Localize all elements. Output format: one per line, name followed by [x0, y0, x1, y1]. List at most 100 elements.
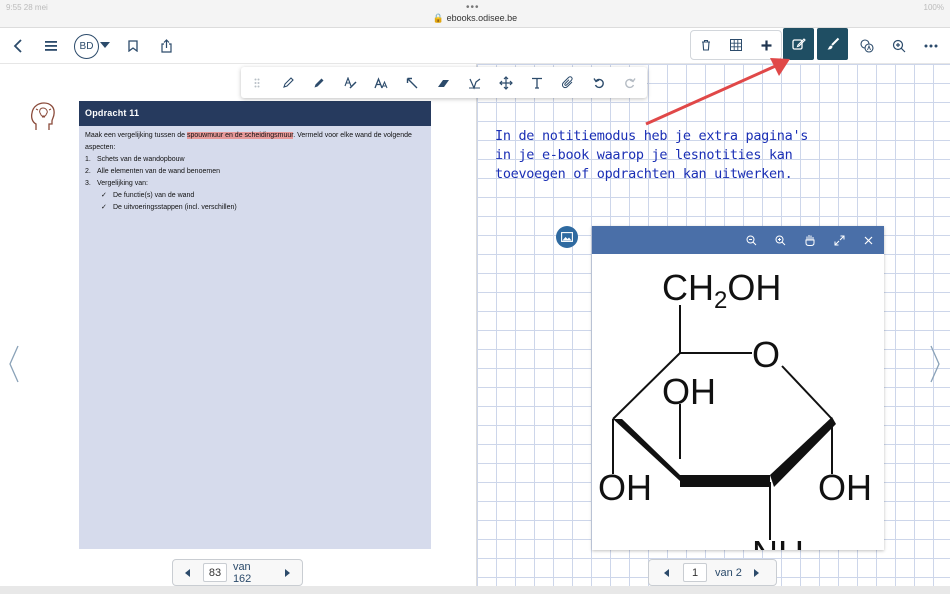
plus-icon	[761, 40, 771, 50]
next-page-button[interactable]	[272, 568, 302, 577]
browser-url[interactable]: 🔒 ebooks.odisee.be	[0, 13, 950, 24]
eraser-icon	[438, 79, 449, 87]
highlighter-icon	[344, 76, 357, 89]
lock-icon: 🔒	[432, 13, 445, 23]
back-button[interactable]	[8, 28, 28, 64]
zoom-button[interactable]	[889, 28, 909, 64]
zoom-out-icon	[746, 235, 756, 245]
prev-spread-button[interactable]	[9, 345, 19, 388]
zoom-out-button[interactable]	[741, 226, 761, 254]
next-spread-button[interactable]	[930, 345, 940, 388]
text-style-icon	[374, 76, 388, 88]
ring-oxygen-label: O	[752, 334, 780, 375]
prev-page-button[interactable]	[173, 568, 203, 577]
triangle-right-icon	[754, 568, 760, 577]
text-tool-button[interactable]	[526, 67, 548, 98]
undo-icon	[593, 77, 604, 88]
expand-button[interactable]	[829, 226, 849, 254]
zoom-in-icon	[892, 39, 906, 53]
selection-tool-button[interactable]	[464, 67, 486, 98]
page-number-input[interactable]: 83	[202, 563, 227, 582]
status-time: 9:55 28 mei	[6, 3, 48, 12]
handwritten-note[interactable]: In de notitiemodus heb je extra pagina's…	[495, 127, 825, 184]
check-icon: ✓	[101, 192, 107, 199]
list-item: 3. Vergelijking van:	[85, 180, 148, 187]
right-page-navigator: 1 van 2	[648, 559, 777, 586]
triangle-left-icon	[663, 568, 669, 577]
pan-button[interactable]	[800, 226, 820, 254]
assignment-title: Opdracht 11	[79, 101, 431, 126]
status-battery: 100%	[923, 3, 944, 12]
chevron-right-icon	[930, 345, 940, 383]
bookmark-icon	[128, 40, 138, 52]
annotation-toolbar	[241, 67, 647, 98]
eraser-tool-button[interactable]	[433, 67, 455, 98]
brush-icon	[827, 37, 839, 50]
url-text: ebooks.odisee.be	[446, 13, 518, 23]
oh-mid-label: OH	[662, 371, 716, 412]
ch2oh-label: CH2OH	[662, 267, 781, 314]
expand-icon	[834, 235, 844, 245]
move-tool-button[interactable]	[495, 67, 517, 98]
undo-button[interactable]	[588, 67, 610, 98]
oh-right-label: OH	[818, 467, 872, 508]
arrow-icon	[406, 77, 418, 88]
attachment-button[interactable]	[557, 67, 579, 98]
image-viewer-window[interactable]: CH2OH O OH OH OH NH	[592, 226, 884, 550]
marker-tool-button[interactable]	[308, 67, 330, 98]
hamburger-icon	[45, 41, 57, 51]
triangle-right-icon	[284, 568, 290, 577]
image-icon	[561, 232, 573, 242]
highlighter-tool-button[interactable]	[339, 67, 361, 98]
reflection-head-icon	[30, 102, 56, 137]
user-avatar[interactable]: BD	[74, 34, 99, 59]
text-style-button[interactable]	[370, 67, 392, 98]
glucosamine-structure: CH2OH O OH OH OH NH	[598, 267, 872, 550]
assignment-card: Opdracht 11 Maak een vergelijking tussen…	[79, 101, 431, 549]
note-page-input[interactable]: 1	[683, 563, 707, 582]
more-dots-icon	[924, 44, 938, 48]
lasso-icon	[469, 78, 481, 90]
red-pointer-arrow-icon	[645, 58, 790, 126]
drag-dots-icon	[254, 78, 260, 87]
image-badge[interactable]	[556, 226, 578, 248]
zoom-in-button[interactable]	[770, 226, 790, 254]
arrow-tool-button[interactable]	[401, 67, 423, 98]
list-item: 1. Schets van de wandopbouw	[85, 156, 185, 163]
hand-icon	[805, 235, 815, 246]
assignment-list: 1. Schets van de wandopbouw 2. Alle elemen…	[85, 154, 425, 190]
move-icon	[499, 75, 513, 90]
drag-handle[interactable]	[246, 67, 268, 98]
menu-button[interactable]	[41, 28, 61, 64]
pen-tool-button[interactable]	[277, 67, 299, 98]
redo-button[interactable]	[619, 67, 641, 98]
intro-text-before: Maak een vergelijking tussen de	[85, 132, 187, 139]
close-icon	[864, 236, 872, 244]
left-page-navigator: 83 van 162	[172, 559, 303, 586]
next-note-page-button[interactable]	[742, 568, 772, 577]
more-button[interactable]	[920, 28, 942, 64]
nh-label: NH	[752, 533, 804, 550]
edit-note-icon	[791, 38, 806, 50]
assignment-sublist: ✓ De functie(s) van de wand ✓ De uitvoerin…	[85, 190, 425, 214]
chevron-left-icon	[9, 345, 19, 383]
prev-note-page-button[interactable]	[649, 568, 683, 577]
translate-icon	[860, 39, 874, 53]
zoom-in-icon	[775, 235, 785, 245]
close-button[interactable]	[858, 226, 878, 254]
marker-icon	[314, 78, 324, 87]
pen-icon	[283, 76, 294, 88]
intro-highlight[interactable]: spouwmuur en de scheidingsmuur	[186, 132, 294, 139]
bookmark-button[interactable]	[123, 28, 143, 64]
list-item: ✓ De uitvoeringsstappen (incl. verschille…	[101, 202, 425, 214]
browser-status-bar: 9:55 28 mei ••• 🔒 ebooks.odisee.be 100%	[0, 0, 950, 28]
page-total-label: van 162	[232, 560, 252, 585]
translate-button[interactable]	[856, 28, 878, 64]
chevron-down-icon[interactable]	[100, 42, 110, 48]
draw-mode-button[interactable]	[817, 28, 848, 60]
tab-dots-icon[interactable]: •••	[466, 2, 480, 13]
triangle-left-icon	[185, 568, 191, 577]
assignment-body: Maak een vergelijking tussen de spouwmuu…	[79, 126, 431, 218]
oh-left-label: OH	[598, 467, 652, 508]
share-button[interactable]	[156, 28, 176, 64]
